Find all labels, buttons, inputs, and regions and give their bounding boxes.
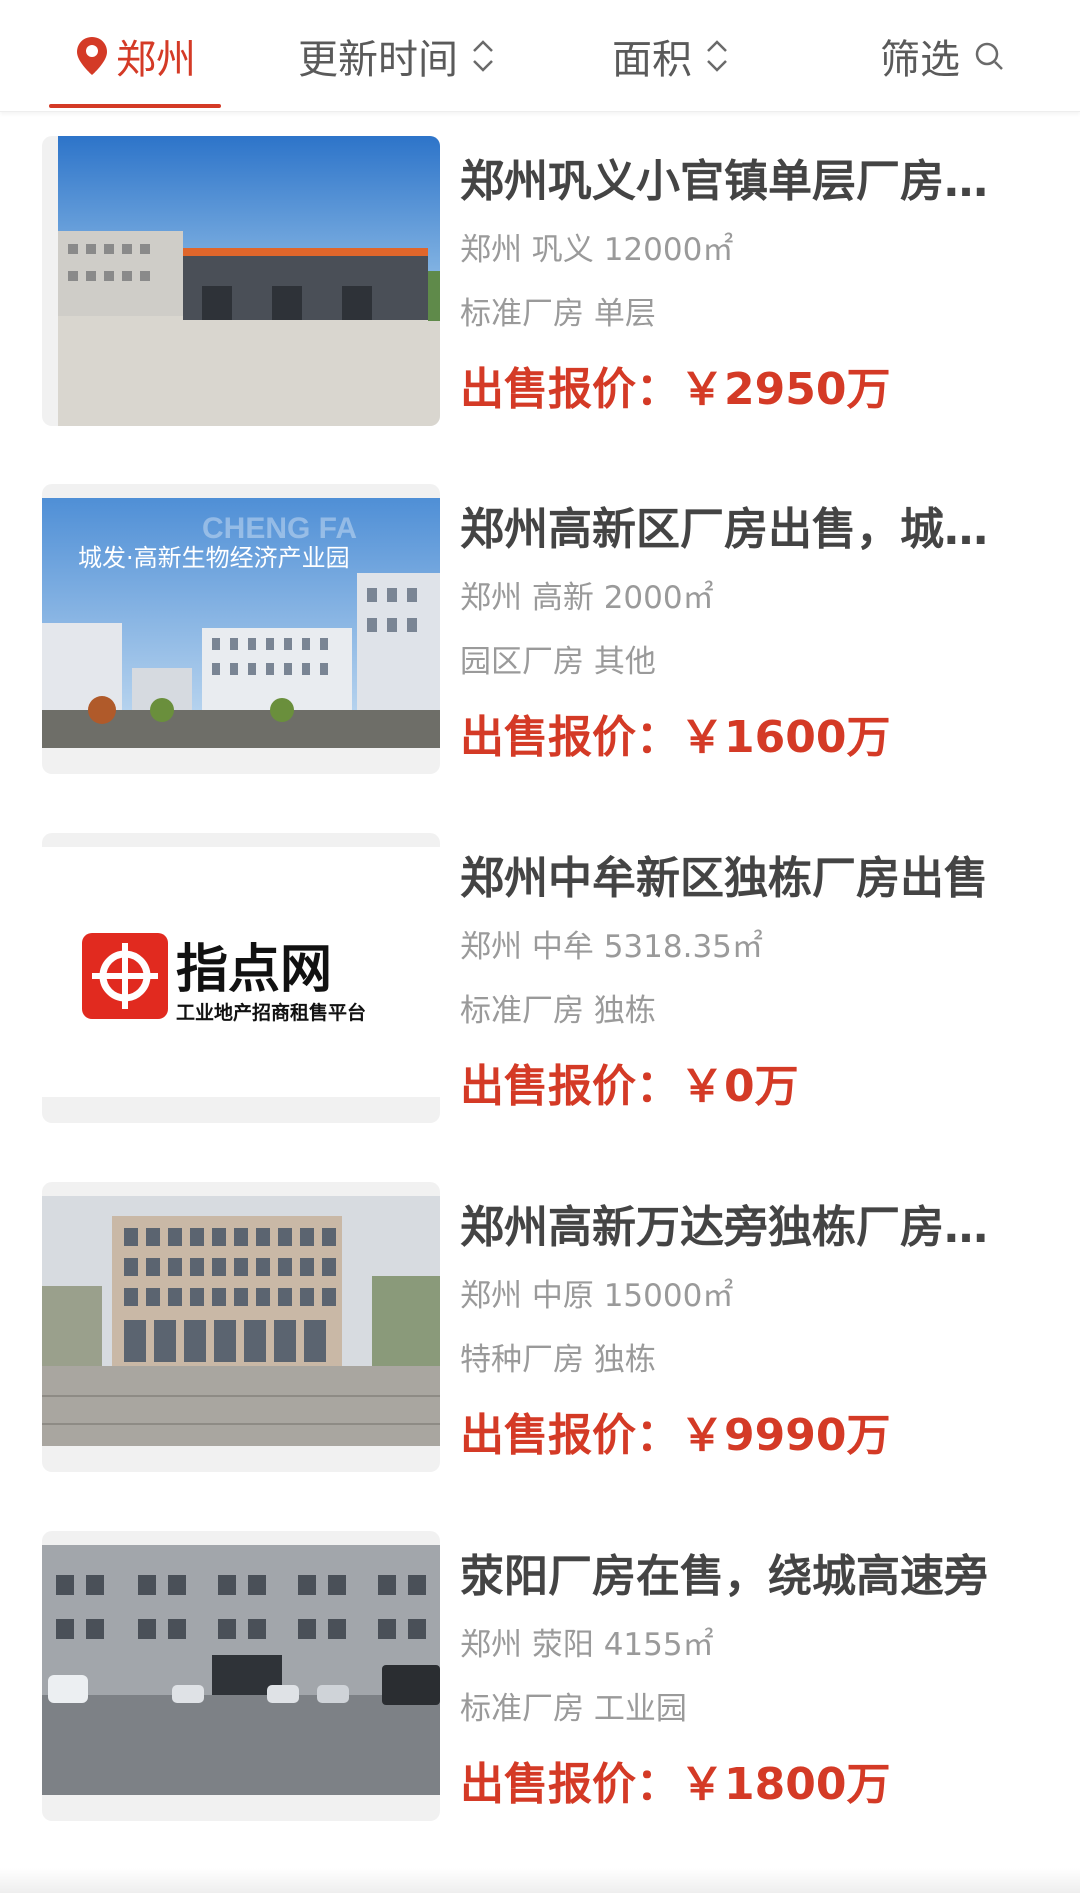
listing-type: 标准厂房 独栋	[460, 993, 656, 1029]
filter-label: 筛选	[880, 37, 960, 83]
sort-by-area-label: 面积	[612, 37, 692, 83]
listing-price: 出售报价：￥2950万	[460, 360, 1000, 420]
listing-type: 园区厂房 其他	[460, 644, 656, 680]
zhidianwang-logo: 指点网 工业地产招商租售平台	[42, 847, 440, 1097]
listing-title[interactable]: 荥阳厂房在售，绕城高速旁	[460, 1547, 1000, 1607]
industrial-park-photo: CHENG FA 城发·高新生物经济产业园	[42, 498, 440, 748]
logo-tagline: 工业地产招商租售平台	[176, 1001, 366, 1024]
price-label: 出售报价：	[460, 1759, 680, 1810]
listing-type: 特种厂房 独栋	[460, 1342, 656, 1378]
listing-card[interactable]: 郑州巩义小官镇单层厂房出售 郑州 巩义 12000㎡ 标准厂房 单层 出售报价：…	[0, 112, 1080, 426]
price-value: ￥1600万	[680, 712, 891, 763]
listing-location-area: 郑州 荥阳 4155㎡	[460, 1627, 714, 1663]
listing-price: 出售报价：￥1600万	[460, 708, 1000, 768]
active-tab-underline	[49, 104, 221, 108]
sort-chevron-icon	[473, 40, 493, 72]
listing-image: 指点网 工业地产招商租售平台	[42, 833, 440, 1123]
office-building-photo	[42, 1196, 440, 1446]
listing-image	[42, 1531, 440, 1821]
search-icon	[975, 42, 1003, 70]
price-label: 出售报价：	[460, 1061, 680, 1112]
sort-by-time-label: 更新时间	[298, 37, 458, 83]
bottom-edge	[0, 1868, 1080, 1893]
price-value: ￥0万	[680, 1061, 799, 1112]
price-value: ￥1800万	[680, 1759, 891, 1810]
listing-title[interactable]: 郑州巩义小官镇单层厂房出售	[460, 152, 1000, 212]
city-filter-label: 郑州	[116, 37, 196, 83]
listing-card[interactable]: CHENG FA 城发·高新生物经济产业园 郑州高新区厂房出售，城发高	[0, 460, 1080, 774]
listing-card[interactable]: 指点网 工业地产招商租售平台 郑州中牟新区独栋厂房出售 郑州 中牟 5318.3…	[0, 809, 1080, 1123]
listing-location-area: 郑州 中原 15000㎡	[460, 1278, 734, 1314]
factory-yard-photo	[42, 1545, 440, 1795]
listing-price: 出售报价：￥1800万	[460, 1755, 1000, 1815]
sort-chevron-icon	[707, 40, 727, 72]
listing-price: 出售报价：￥0万	[460, 1057, 1000, 1117]
city-filter-tab[interactable]: 郑州	[74, 26, 196, 86]
image-caption: 城发·高新生物经济产业园	[78, 544, 350, 572]
location-pin-icon	[77, 37, 107, 75]
listing-type: 标准厂房 工业园	[460, 1691, 687, 1727]
filter-bar: 郑州 更新时间 面积 筛选	[0, 0, 1080, 112]
listing-price: 出售报价：￥9990万	[460, 1406, 1000, 1466]
sort-by-area-tab[interactable]: 面积	[612, 26, 730, 86]
listing-card[interactable]: 荥阳厂房在售，绕城高速旁 郑州 荥阳 4155㎡ 标准厂房 工业园 出售报价：￥…	[0, 1507, 1080, 1821]
listing-image	[42, 1182, 440, 1472]
price-label: 出售报价：	[460, 712, 680, 763]
listing-location-area: 郑州 巩义 12000㎡	[460, 232, 734, 268]
price-label: 出售报价：	[460, 364, 680, 415]
listing-type: 标准厂房 单层	[460, 296, 656, 332]
logo-name: 指点网	[176, 940, 332, 1000]
image-watermark: CHENG FA	[202, 512, 357, 545]
logo-mark-icon	[82, 933, 168, 1019]
listing-location-area: 郑州 高新 2000㎡	[460, 580, 714, 616]
price-label: 出售报价：	[460, 1410, 680, 1461]
listing-image	[42, 136, 440, 426]
listing-title[interactable]: 郑州中牟新区独栋厂房出售	[460, 849, 1000, 909]
price-value: ￥9990万	[680, 1410, 891, 1461]
price-value: ￥2950万	[680, 364, 891, 415]
listing-location-area: 郑州 中牟 5318.35㎡	[460, 929, 763, 965]
factory-building-photo	[58, 136, 440, 426]
listing-title[interactable]: 郑州高新区厂房出售，城发高新生物经济产业园	[460, 500, 1000, 560]
sort-by-time-tab[interactable]: 更新时间	[298, 26, 496, 86]
listing-title[interactable]: 郑州高新万达旁独栋厂房出售	[460, 1198, 1000, 1258]
listing-card[interactable]: 郑州高新万达旁独栋厂房出售 郑州 中原 15000㎡ 特种厂房 独栋 出售报价：…	[0, 1158, 1080, 1472]
listing-image: CHENG FA 城发·高新生物经济产业园	[42, 484, 440, 774]
filter-tab[interactable]: 筛选	[880, 26, 1004, 86]
